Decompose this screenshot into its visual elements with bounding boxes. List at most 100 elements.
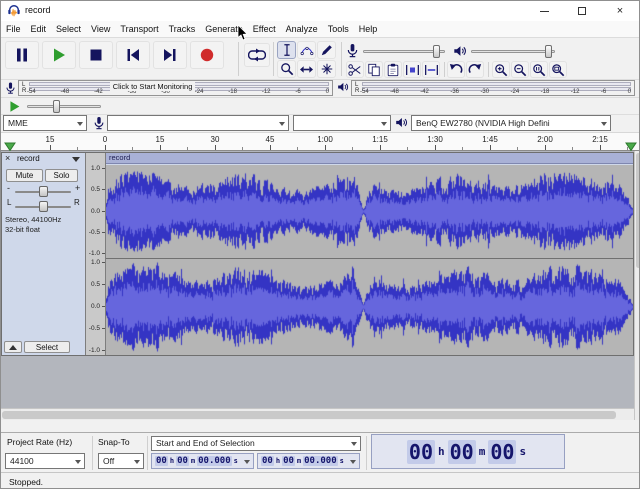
skip-to-start-button[interactable] bbox=[116, 41, 150, 69]
dropdown-arrow-icon bbox=[351, 442, 357, 446]
selection-start-field[interactable]: 00h 00m 00.000s bbox=[151, 453, 254, 469]
selection-mode-combo[interactable]: Start and End of Selection bbox=[151, 436, 361, 451]
menu-item-effect[interactable]: Effect bbox=[248, 21, 281, 37]
menu-item-help[interactable]: Help bbox=[354, 21, 383, 37]
recording-volume-thumb[interactable] bbox=[433, 45, 440, 58]
project-rate-combo[interactable]: 44100 bbox=[5, 453, 85, 469]
pan-slider-thumb[interactable] bbox=[39, 201, 48, 212]
vertical-scale-ruler[interactable]: 1.00.50.0-0.5-1.0 1.00.50.0-0.5-1.0 bbox=[86, 153, 106, 355]
time-shift-tool-button[interactable] bbox=[297, 60, 316, 78]
redo-button[interactable] bbox=[466, 61, 484, 78]
close-button[interactable]: × bbox=[601, 1, 639, 21]
timeline-tick bbox=[105, 145, 106, 150]
maximize-button[interactable] bbox=[563, 1, 601, 21]
close-icon: × bbox=[617, 5, 623, 17]
horizontal-scrollbar[interactable] bbox=[1, 408, 634, 420]
recording-channels-combo[interactable] bbox=[293, 115, 391, 131]
horizontal-scrollbar-thumb[interactable] bbox=[2, 411, 616, 419]
time-hours-unit: h bbox=[276, 457, 280, 465]
toolbar-separator bbox=[488, 62, 489, 77]
vertical-scrollbar-thumb[interactable] bbox=[636, 153, 640, 268]
audacity-window: record × FileEditSelectViewTransportTrac… bbox=[0, 0, 640, 489]
menu-item-tracks[interactable]: Tracks bbox=[164, 21, 201, 37]
copy-button[interactable] bbox=[365, 61, 383, 78]
menu-item-tools[interactable]: Tools bbox=[323, 21, 354, 37]
skip-to-end-button[interactable] bbox=[153, 41, 187, 69]
zoom-in-button[interactable] bbox=[492, 61, 510, 78]
loop-icon bbox=[248, 48, 266, 62]
paste-button[interactable] bbox=[384, 61, 402, 78]
track-canvas-area: × record Mute Solo - + L R Stereo, 44100… bbox=[1, 151, 639, 420]
zoom-tool-button[interactable] bbox=[277, 60, 296, 78]
menu-item-view[interactable]: View bbox=[86, 21, 115, 37]
timeline-pin-left[interactable] bbox=[4, 142, 16, 151]
play-speed-slider[interactable] bbox=[27, 105, 101, 108]
vertical-scale-tick bbox=[102, 253, 105, 254]
recording-device-combo[interactable] bbox=[107, 115, 289, 131]
menu-item-transport[interactable]: Transport bbox=[115, 21, 163, 37]
play-at-speed-icon[interactable] bbox=[8, 100, 21, 113]
timeline-label: 0 bbox=[103, 135, 107, 144]
meter-scale-value: -42 bbox=[420, 89, 429, 96]
record-button[interactable] bbox=[190, 41, 224, 69]
toolbar-separator bbox=[273, 42, 274, 76]
waveform-channel-1[interactable] bbox=[106, 165, 633, 258]
loop-button[interactable] bbox=[244, 43, 270, 67]
track-name[interactable]: record bbox=[17, 154, 40, 163]
trim-audio-button[interactable] bbox=[403, 61, 421, 78]
timeline-ruler[interactable]: 1501530451:001:151:301:452:002:15 bbox=[1, 132, 639, 151]
track-collapse-button[interactable] bbox=[4, 341, 22, 353]
selection-tool-button[interactable] bbox=[277, 41, 296, 59]
waveform-channel-2[interactable] bbox=[106, 259, 633, 355]
zoom-selection-button[interactable] bbox=[530, 61, 548, 78]
multi-tool-button[interactable] bbox=[317, 60, 336, 78]
menu-item-edit[interactable]: Edit bbox=[26, 21, 52, 37]
play-speed-thumb[interactable] bbox=[53, 100, 60, 113]
recording-meter[interactable]: L R -54-48-42-36-30-24-18-12-60 Click to… bbox=[18, 80, 333, 96]
gain-slider-thumb[interactable] bbox=[39, 186, 48, 197]
monitoring-hint[interactable]: Click to Start Monitoring bbox=[110, 82, 196, 91]
snap-to-combo[interactable]: Off bbox=[98, 453, 144, 469]
solo-button[interactable]: Solo bbox=[45, 169, 78, 182]
timeline-tick bbox=[380, 145, 381, 150]
track-close-button[interactable]: × bbox=[5, 153, 10, 163]
zoom-selection-icon bbox=[532, 63, 546, 77]
menu-bar: FileEditSelectViewTransportTracksGenerat… bbox=[1, 21, 639, 38]
mute-button[interactable]: Mute bbox=[6, 169, 43, 182]
menu-item-file[interactable]: File bbox=[1, 21, 26, 37]
vertical-scale-channel-2: 1.00.50.0-0.5-1.0 bbox=[86, 259, 105, 355]
playback-device-combo[interactable]: BenQ EW2780 (NVIDIA High Defini bbox=[411, 115, 611, 131]
minimize-button[interactable] bbox=[525, 1, 563, 21]
status-text: Stopped. bbox=[9, 477, 43, 487]
time-minutes: 00 bbox=[176, 456, 189, 466]
pause-button[interactable] bbox=[5, 41, 39, 69]
play-button[interactable] bbox=[42, 41, 76, 69]
meter-scale-value: -48 bbox=[61, 89, 70, 96]
draw-tool-button[interactable] bbox=[317, 41, 336, 59]
selection-end-field[interactable]: 00h 00m 00.000s bbox=[257, 453, 360, 469]
stop-button[interactable] bbox=[79, 41, 113, 69]
track-menu-button[interactable] bbox=[72, 157, 80, 162]
clip-title-bar[interactable]: record bbox=[106, 153, 633, 164]
track-select-button[interactable]: Select bbox=[24, 341, 70, 353]
silence-audio-button[interactable] bbox=[422, 61, 440, 78]
audio-position-display[interactable]: 00h 00m 00s bbox=[371, 434, 565, 469]
audio-host-combo[interactable]: MME bbox=[3, 115, 87, 131]
playback-volume-thumb[interactable] bbox=[545, 45, 552, 58]
cut-button[interactable] bbox=[346, 61, 364, 78]
vertical-scrollbar[interactable] bbox=[634, 151, 640, 420]
zoom-out-button[interactable] bbox=[511, 61, 529, 78]
undo-icon bbox=[449, 63, 463, 77]
playback-meter[interactable]: L R -54-48-42-36-30-24-18-12-60 bbox=[351, 80, 635, 96]
zoom-fit-button[interactable] bbox=[549, 61, 567, 78]
time-seconds: 00.000 bbox=[197, 456, 232, 466]
pan-left-label: L bbox=[7, 198, 11, 207]
meter-right-label: R bbox=[355, 88, 359, 94]
envelope-tool-button[interactable] bbox=[297, 41, 316, 59]
menu-item-analyze[interactable]: Analyze bbox=[281, 21, 323, 37]
vertical-scale-label: 0.0 bbox=[91, 303, 100, 311]
playback-volume-slider[interactable] bbox=[471, 50, 555, 53]
menu-item-select[interactable]: Select bbox=[51, 21, 86, 37]
timeline-pin-right[interactable] bbox=[625, 142, 637, 151]
undo-button[interactable] bbox=[447, 61, 465, 78]
